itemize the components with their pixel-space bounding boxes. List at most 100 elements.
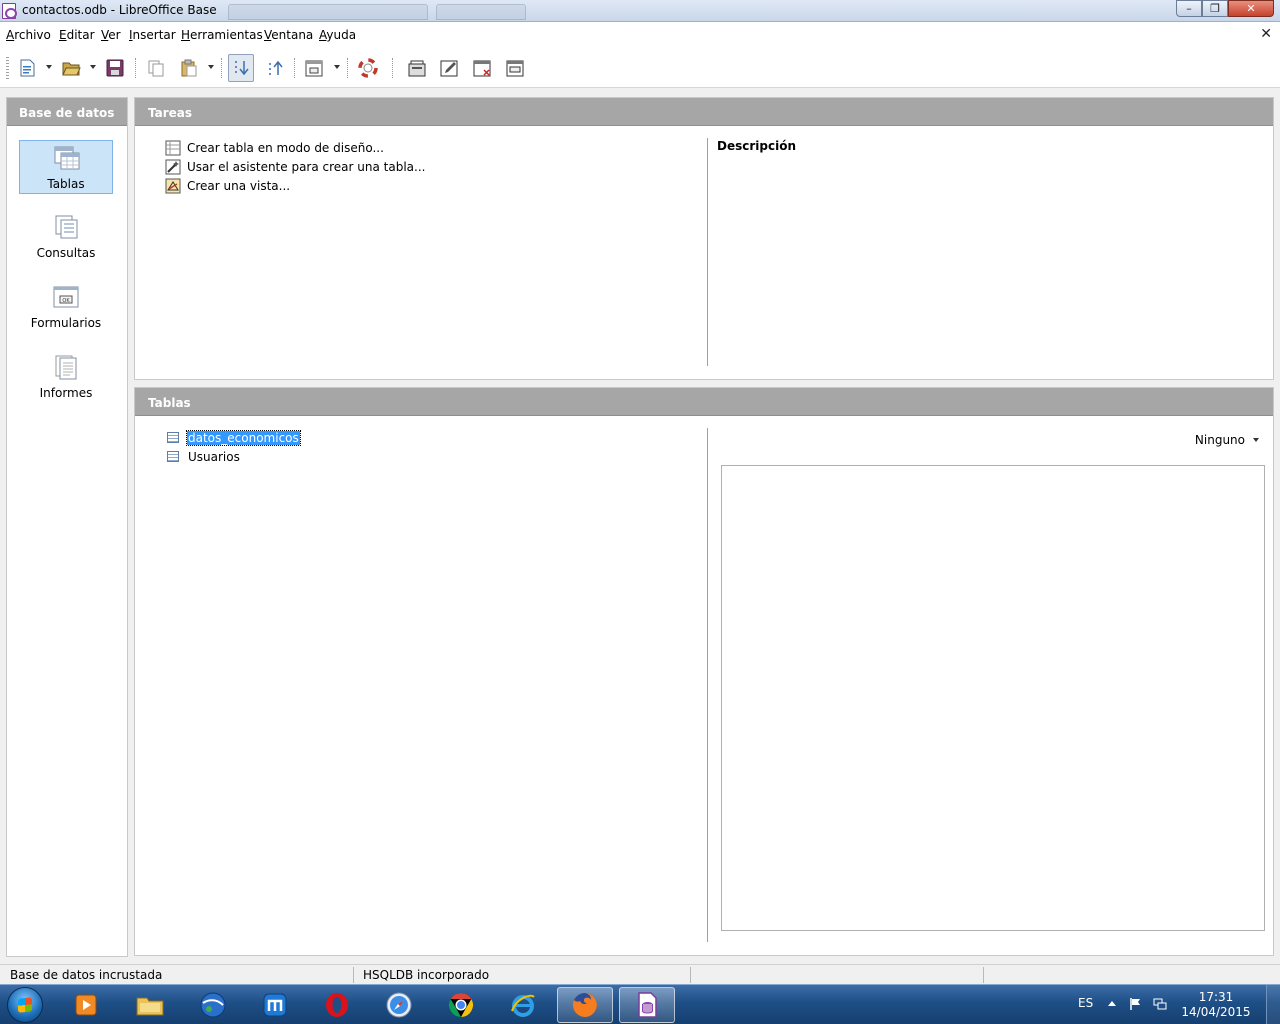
form-icon — [305, 60, 323, 77]
paste-dropdown[interactable] — [208, 65, 214, 69]
nav-tables-label: Tablas — [47, 177, 85, 191]
copy-button[interactable] — [143, 54, 169, 82]
task-create-table-design[interactable]: Crear tabla en modo de diseño... — [165, 139, 384, 157]
internet-explorer-icon — [511, 994, 535, 1017]
table-icon — [167, 451, 179, 462]
nav-queries-label: Consultas — [36, 246, 96, 260]
status-divider — [690, 967, 691, 983]
new-document-dropdown[interactable] — [46, 65, 52, 69]
taskbar-safari[interactable] — [371, 987, 427, 1023]
sort-descending-icon — [269, 60, 283, 75]
preview-mode-dropdown[interactable]: Ninguno — [1195, 433, 1259, 447]
toolbar-separator — [392, 58, 393, 78]
menu-ver[interactable]: Ver — [101, 28, 121, 42]
wizard-icon — [165, 159, 181, 175]
new-document-button[interactable] — [14, 54, 40, 82]
close-window-button[interactable]: ✕ — [1228, 0, 1274, 17]
taskbar-google-earth[interactable] — [185, 987, 241, 1023]
edit-icon — [440, 60, 458, 77]
menu-editar[interactable]: Editar — [59, 28, 95, 42]
status-bar: Base de datos incrustada HSQLDB incorpor… — [0, 964, 1280, 984]
table-item-usuarios[interactable]: Usuarios — [167, 448, 241, 465]
new-document-icon — [20, 59, 35, 77]
nav-reports[interactable]: Informes — [19, 350, 113, 404]
status-divider — [353, 967, 354, 983]
tables-header: Tablas — [135, 388, 1273, 416]
save-icon — [106, 59, 124, 77]
delete-button[interactable] — [469, 54, 495, 82]
task-create-view[interactable]: Crear una vista... — [165, 177, 290, 195]
form-dropdown[interactable] — [334, 65, 340, 69]
open-button[interactable] — [58, 54, 84, 82]
sort-ascending-icon — [235, 61, 249, 76]
menu-ayuda[interactable]: Ayuda — [319, 28, 356, 42]
help-button[interactable] — [355, 54, 381, 82]
status-divider — [983, 967, 984, 983]
nav-reports-label: Informes — [39, 386, 93, 400]
delete-icon — [473, 60, 491, 77]
tasks-header: Tareas — [135, 98, 1273, 126]
taskbar-internet-explorer[interactable] — [495, 987, 551, 1023]
language-indicator[interactable]: ES — [1078, 996, 1093, 1010]
action-center-flag-icon[interactable] — [1129, 997, 1143, 1011]
sort-ascending-button[interactable] — [228, 54, 254, 82]
paste-icon — [181, 59, 197, 77]
form-button[interactable] — [301, 54, 327, 82]
create-view-icon — [165, 178, 181, 194]
description-title: Descripción — [717, 139, 796, 153]
tables-section: Tablas datos_economicos Usuarios Ninguno — [134, 387, 1274, 956]
save-button[interactable] — [102, 54, 128, 82]
system-clock[interactable]: 17:31 14/04/2015 — [1180, 990, 1252, 1020]
window-title: contactos.odb - LibreOffice Base — [22, 3, 217, 17]
restore-button[interactable]: ❐ — [1202, 0, 1228, 17]
nav-tables[interactable]: Tablas — [19, 140, 113, 194]
google-earth-icon — [200, 992, 226, 1018]
menu-ventana[interactable]: Ventana — [264, 28, 313, 42]
queries-icon — [55, 215, 78, 239]
table-item-datos-economicos[interactable]: datos_economicos — [167, 429, 301, 446]
taskbar-opera[interactable] — [309, 987, 365, 1023]
opera-icon — [326, 993, 348, 1017]
folder-open-icon — [62, 62, 81, 76]
start-button[interactable] — [7, 987, 43, 1023]
toolbar-separator — [221, 58, 222, 78]
sort-descending-button[interactable] — [262, 54, 288, 82]
menu-archivo[interactable]: Archivo — [6, 28, 51, 42]
menu-insertar[interactable]: Insertar — [129, 28, 176, 42]
minimize-button[interactable]: – — [1176, 0, 1202, 17]
taskbar-libreoffice-base[interactable] — [619, 987, 675, 1023]
show-desktop-button[interactable] — [1266, 985, 1280, 1024]
media-player-icon — [75, 994, 97, 1016]
taskbar-firefox[interactable] — [557, 987, 613, 1023]
menu-bar: Archivo Editar Ver Insertar Herramientas… — [0, 22, 1280, 48]
maxthon-icon — [263, 993, 287, 1017]
clock-date: 14/04/2015 — [1181, 1005, 1251, 1019]
table-item-label: datos_economicos — [186, 429, 301, 446]
rename-button[interactable] — [502, 54, 528, 82]
background-window-tabs — [228, 2, 708, 20]
copy-icon — [148, 60, 164, 77]
status-engine: HSQLDB incorporado — [363, 968, 490, 982]
title-bar: contactos.odb - LibreOffice Base – ❐ ✕ — [0, 0, 1280, 22]
chrome-icon — [448, 993, 474, 1017]
open-dropdown[interactable] — [90, 65, 96, 69]
nav-forms[interactable]: OK Formularios — [19, 280, 113, 334]
toolbar-grip[interactable] — [6, 57, 9, 79]
close-document-icon[interactable]: ✕ — [1260, 26, 1272, 42]
firefox-icon — [572, 993, 597, 1017]
lifebuoy-help-icon — [358, 58, 378, 78]
nav-queries[interactable]: Consultas — [19, 210, 113, 264]
chevron-down-icon — [1253, 438, 1259, 442]
network-icon[interactable] — [1153, 997, 1167, 1011]
taskbar-maxthon[interactable] — [247, 987, 303, 1023]
forms-icon: OK — [53, 286, 79, 308]
task-table-wizard[interactable]: Usar el asistente para crear una tabla..… — [165, 158, 425, 176]
edit-button[interactable] — [436, 54, 462, 82]
taskbar-chrome[interactable] — [433, 987, 489, 1023]
show-hidden-icons-icon[interactable] — [1108, 1001, 1116, 1006]
paste-button[interactable] — [176, 54, 202, 82]
taskbar-file-explorer[interactable] — [122, 987, 178, 1023]
menu-herramientas[interactable]: Herramientas — [181, 28, 263, 42]
open-database-object-button[interactable] — [404, 54, 430, 82]
taskbar-media-player[interactable] — [58, 987, 114, 1023]
